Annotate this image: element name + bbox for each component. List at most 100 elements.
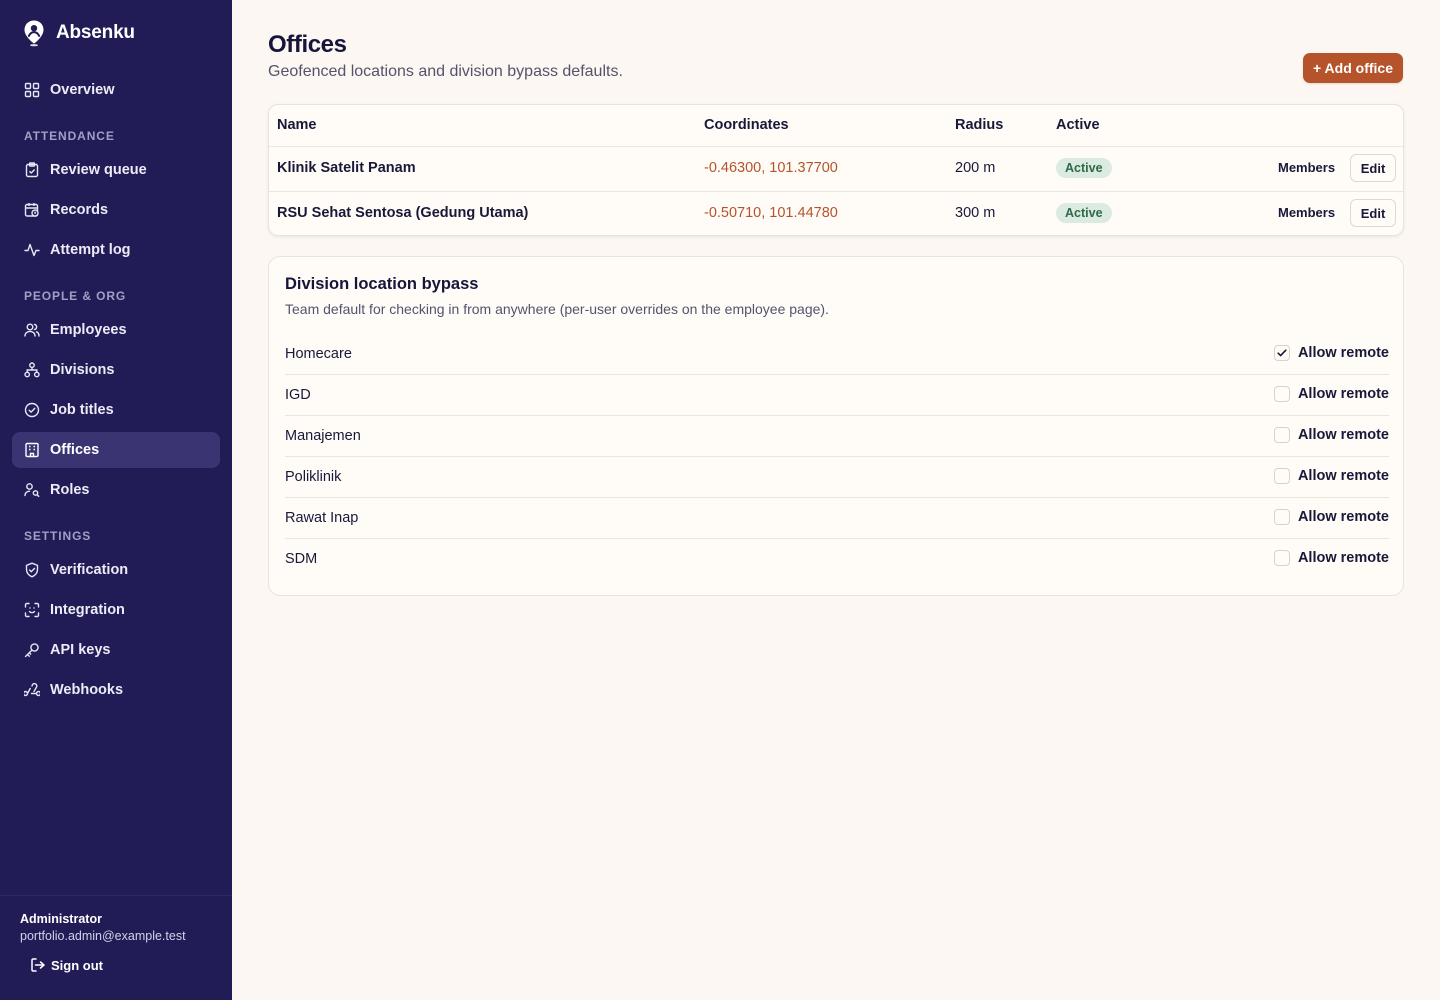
check-icon [1277, 349, 1287, 357]
division-bypass-card: Division location bypass Team default fo… [268, 256, 1404, 596]
sidebar-item-integration[interactable]: Integration [12, 592, 220, 628]
add-office-button[interactable]: + Add office [1303, 53, 1403, 83]
sidebar-item-job-titles[interactable]: Job titles [12, 392, 220, 428]
user-name: Administrator [20, 912, 102, 926]
division-name: Homecare [285, 346, 352, 362]
checkbox-label: Allow remote [1297, 468, 1389, 484]
members-button[interactable]: Members [1278, 205, 1335, 220]
brand[interactable]: Absenku [22, 19, 135, 47]
sidebar-divider [0, 895, 232, 896]
calendar-clock-icon [24, 203, 39, 217]
column-header-active: Active [1056, 117, 1100, 133]
bypass-description: Team default for checking in from anywhe… [285, 301, 829, 317]
members-button[interactable]: Members [1278, 160, 1335, 175]
office-coordinates: -0.46300, 101.37700 [704, 160, 838, 176]
sidebar-item-divisions[interactable]: Divisions [12, 352, 220, 388]
office-coordinates: -0.50710, 101.44780 [704, 205, 838, 221]
division-row: Homecare Allow remote [285, 334, 1389, 375]
sidebar-item-label: Offices [50, 442, 100, 458]
key-icon [24, 643, 39, 658]
allow-remote-checkbox[interactable]: Allow remote [1273, 468, 1389, 484]
webhook-icon [24, 682, 40, 697]
column-header-coordinates: Coordinates [704, 117, 789, 133]
office-name: Klinik Satelit Panam [277, 160, 416, 176]
checkbox-unchecked[interactable] [1273, 509, 1290, 525]
allow-remote-checkbox[interactable]: Allow remote [1273, 386, 1389, 402]
users-icon [24, 323, 40, 337]
division-name: IGD [285, 387, 311, 403]
office-radius: 300 m [955, 205, 996, 221]
checkbox-unchecked[interactable] [1273, 468, 1290, 484]
sidebar-item-label: Webhooks [50, 682, 124, 698]
status-badge: Active [1056, 158, 1112, 178]
sidebar-item-label: Job titles [50, 402, 114, 418]
sidebar-item-records[interactable]: Records [12, 192, 220, 228]
offices-table: Name Coordinates Radius Active Klinik Sa… [268, 104, 1404, 236]
sidebar-item-roles[interactable]: Roles [12, 472, 220, 508]
division-name: Rawat Inap [285, 510, 359, 526]
allow-remote-checkbox[interactable]: Allow remote [1273, 345, 1389, 361]
edit-button[interactable]: Edit [1350, 199, 1396, 227]
activity-icon [24, 243, 40, 257]
app-name: Absenku [56, 22, 135, 43]
sign-out-label: Sign out [51, 957, 103, 973]
grid-icon [24, 82, 40, 98]
allow-remote-checkbox[interactable]: Allow remote [1273, 427, 1389, 443]
location-pin-logo-icon [24, 20, 44, 47]
division-name: Poliklinik [285, 469, 342, 485]
page-subtitle: Geofenced locations and division bypass … [268, 63, 623, 80]
edit-button[interactable]: Edit [1350, 154, 1396, 182]
sidebar-item-label: Employees [50, 322, 127, 338]
building-icon [25, 442, 39, 458]
division-row: Poliklinik Allow remote [285, 457, 1389, 498]
section-label-people-org: PEOPLE & ORG [24, 289, 127, 303]
sidebar-item-label: API keys [50, 642, 111, 658]
hierarchy-icon [24, 362, 40, 378]
sign-out-button[interactable]: Sign out [30, 957, 103, 973]
division-row: IGD Allow remote [285, 375, 1389, 416]
sidebar-item-review-queue[interactable]: Review queue [12, 152, 220, 188]
checkbox-unchecked[interactable] [1273, 427, 1290, 443]
section-label-attendance: ATTENDANCE [24, 129, 115, 143]
log-out-icon [31, 958, 45, 972]
badge-check-icon [24, 402, 40, 418]
bypass-title: Division location bypass [285, 275, 479, 293]
sidebar-item-webhooks[interactable]: Webhooks [12, 672, 220, 708]
sidebar-item-label: Records [50, 202, 109, 218]
sidebar-item-label: Attempt log [50, 242, 131, 258]
allow-remote-checkbox[interactable]: Allow remote [1273, 509, 1389, 525]
checkbox-label: Allow remote [1297, 550, 1389, 566]
allow-remote-checkbox[interactable]: Allow remote [1273, 550, 1389, 566]
office-name: RSU Sehat Sentosa (Gedung Utama) [277, 205, 529, 221]
column-header-radius: Radius [955, 117, 1004, 133]
user-key-icon [24, 483, 40, 498]
office-radius: 200 m [955, 160, 996, 176]
table-divider [269, 191, 1403, 192]
sidebar-item-label: Integration [50, 602, 125, 618]
checkbox-unchecked[interactable] [1273, 386, 1290, 402]
sidebar-item-api-keys[interactable]: API keys [12, 632, 220, 668]
sidebar-item-label: Divisions [50, 362, 115, 378]
checkbox-label: Allow remote [1297, 509, 1389, 525]
sidebar-item-employees[interactable]: Employees [12, 312, 220, 348]
column-header-name: Name [277, 117, 317, 133]
sidebar-item-label: Review queue [50, 162, 147, 178]
checkbox-label: Allow remote [1297, 427, 1389, 443]
table-divider [269, 146, 1403, 147]
user-email: portfolio.admin@example.test [20, 929, 186, 943]
sidebar-item-attempt-log[interactable]: Attempt log [12, 232, 220, 268]
checkbox-checked[interactable] [1273, 345, 1290, 361]
division-row: SDM Allow remote [285, 539, 1389, 580]
sidebar-item-label: Verification [50, 562, 129, 578]
sidebar-item-label: Overview [50, 82, 115, 98]
division-row: Rawat Inap Allow remote [285, 498, 1389, 539]
page-title: Offices [268, 31, 347, 58]
status-badge: Active [1056, 203, 1112, 223]
checkbox-unchecked[interactable] [1273, 550, 1290, 566]
sidebar-item-overview[interactable]: Overview [12, 72, 220, 108]
sidebar-item-offices[interactable]: Offices [12, 432, 220, 468]
sidebar-item-verification[interactable]: Verification [12, 552, 220, 588]
clipboard-check-icon [25, 162, 39, 178]
checkbox-label: Allow remote [1297, 386, 1389, 402]
checkbox-label: Allow remote [1297, 345, 1389, 361]
